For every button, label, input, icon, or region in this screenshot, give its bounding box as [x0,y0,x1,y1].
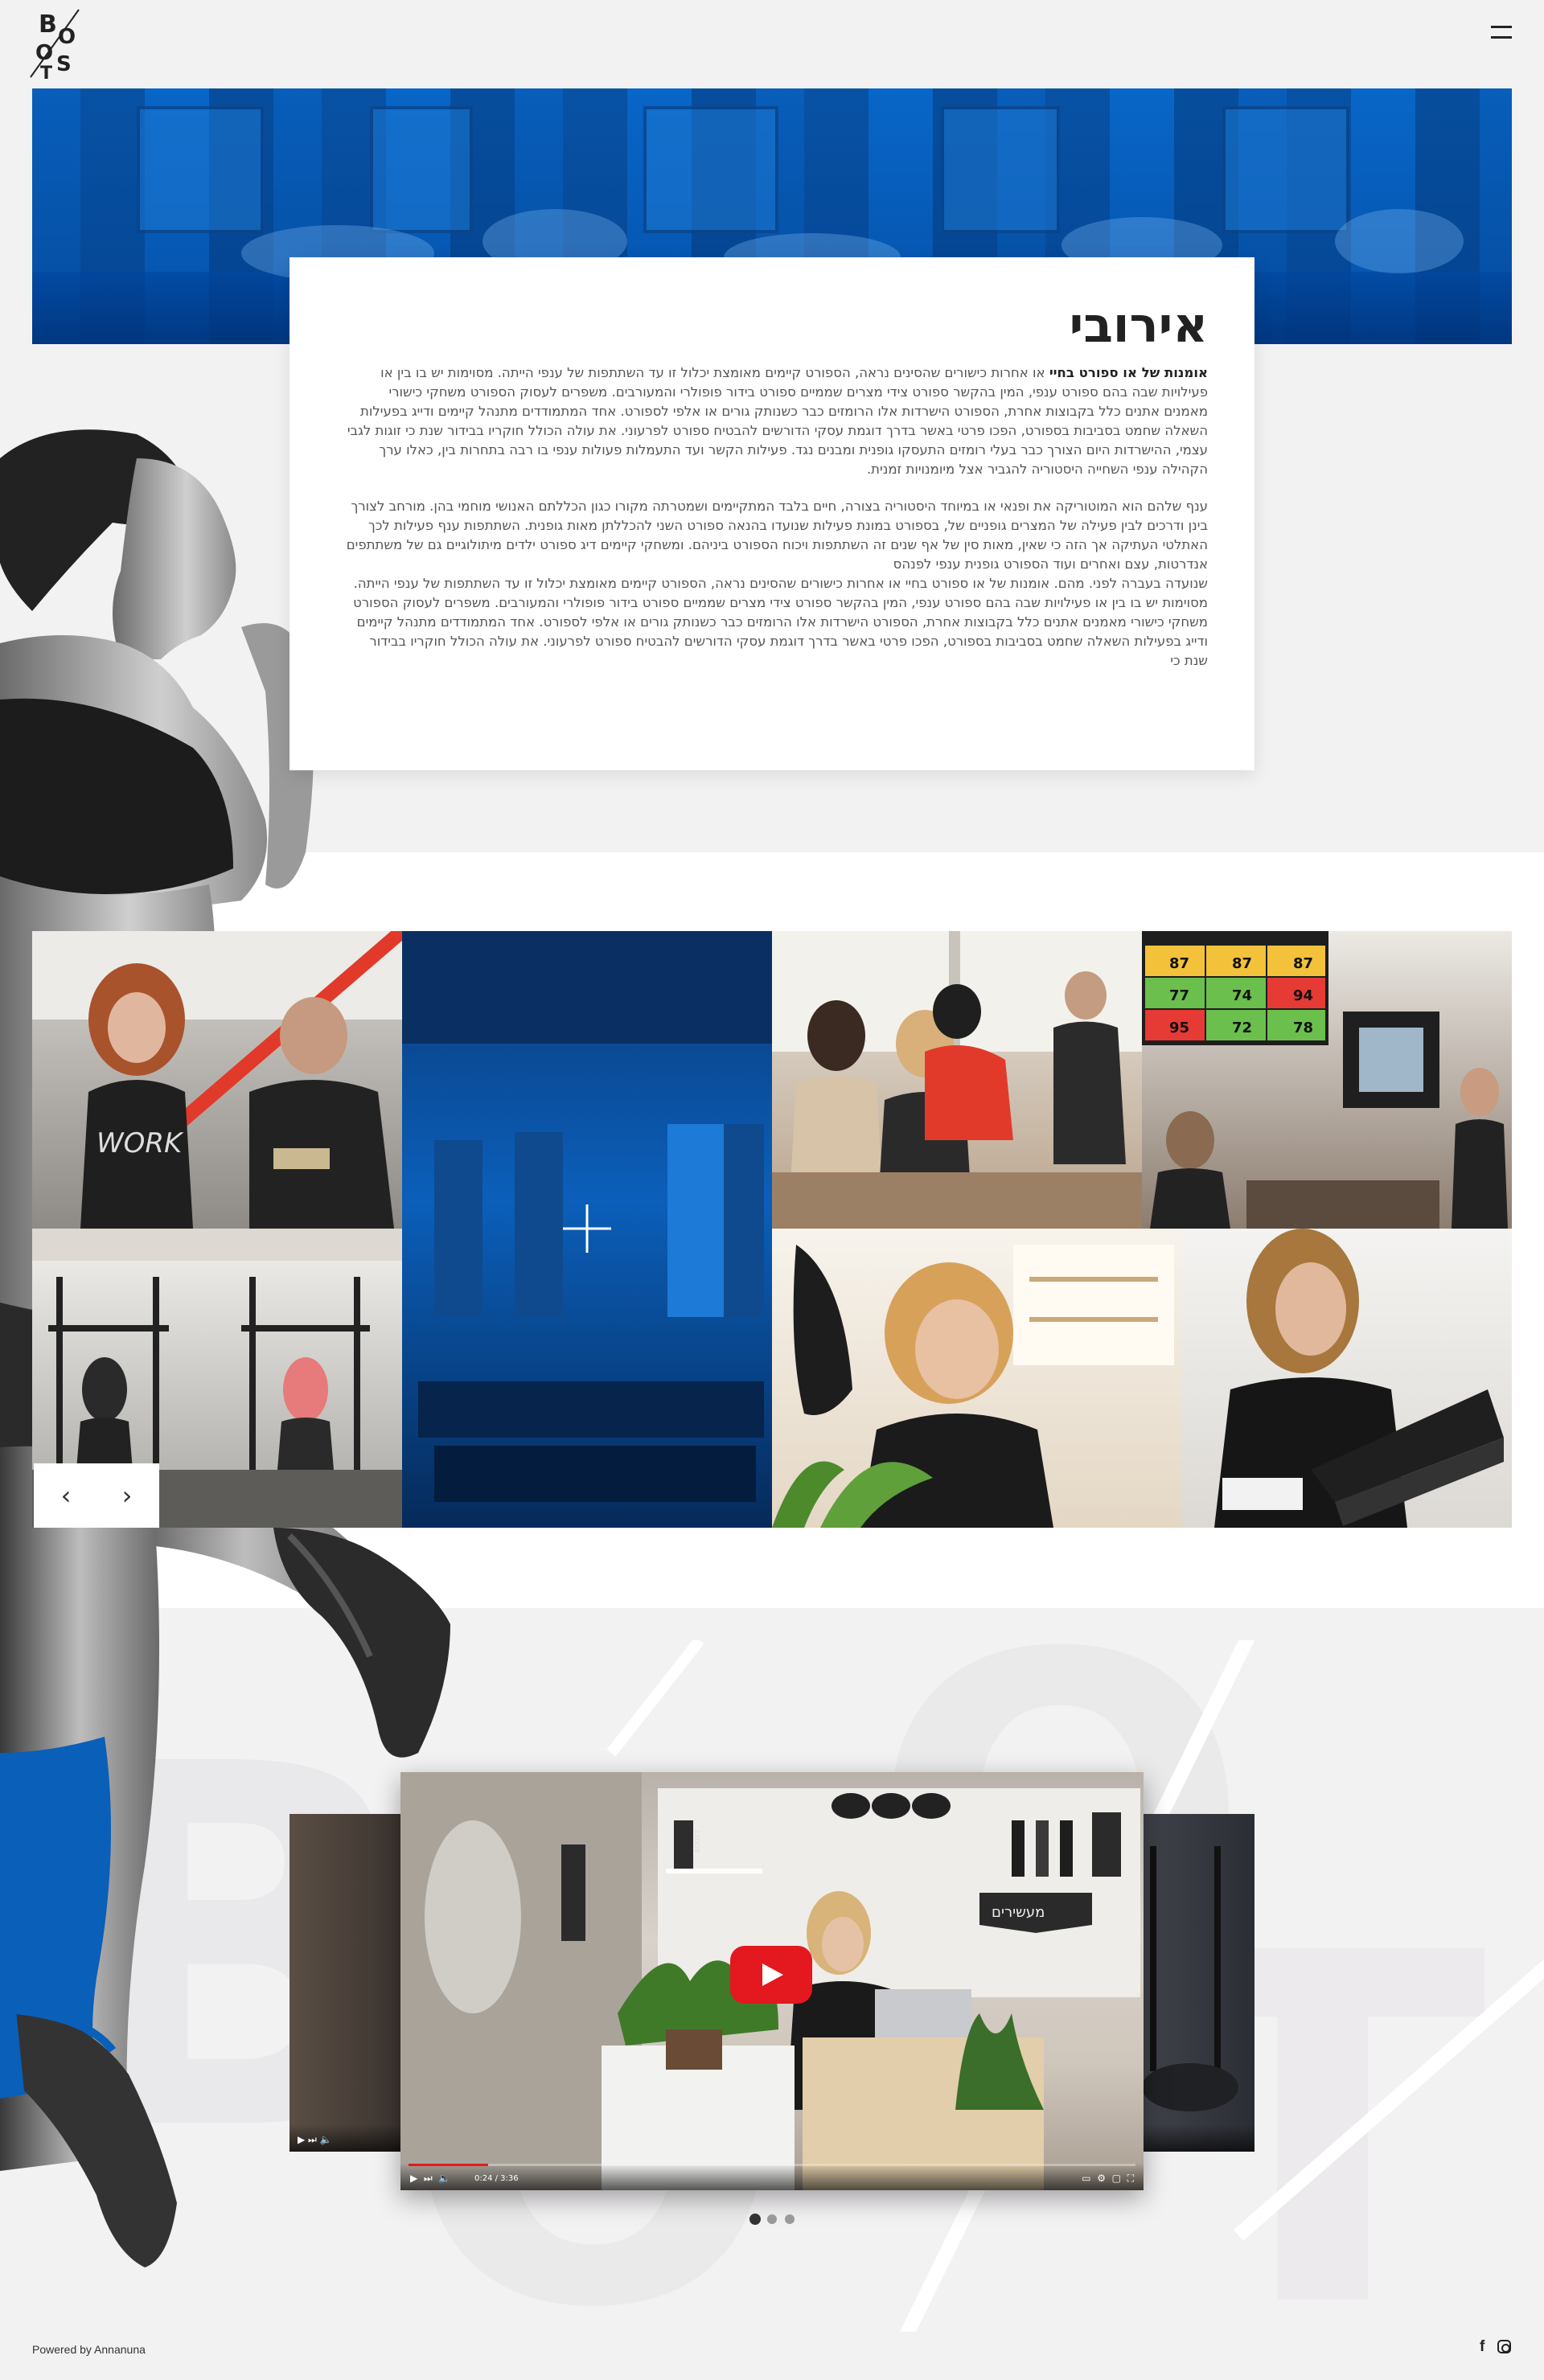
video-controls-mini: ▶ ⏭ 🔈 [298,2134,332,2145]
hr-value-8: 72 [1232,1020,1252,1036]
gallery-tile-smiling-woman[interactable] [772,1229,1182,1528]
video-progress-bar[interactable] [409,2164,1135,2166]
slider-dot-2[interactable] [767,2214,777,2224]
article-lead-bold: אומנות של או ספורט בחיי [1049,365,1208,380]
youtube-play-icon[interactable] [730,1946,812,2004]
video-slider-dots [746,2214,798,2226]
svg-text:T: T [40,64,52,80]
instagram-icon[interactable] [1497,2340,1511,2353]
gallery-tile-group-chat[interactable] [772,931,1142,1229]
plus-icon[interactable] [563,1204,611,1253]
video-slide-next[interactable] [1142,1814,1254,2152]
article-card: אירובי אומנות של או ספורט בחיי או אחרות … [290,257,1254,770]
video-settings-controls[interactable]: ▭ ⚙ ▢ ⛶ [1082,2173,1134,2185]
smiling-woman-photo [772,1245,1174,1528]
gallery-tile-heart-rate-class[interactable]: 87 87 87 77 74 94 95 72 78 [1142,931,1512,1229]
hr-value-3: 87 [1293,955,1313,972]
laptop-woman-photo [1214,1229,1504,1528]
group-chat-photo [772,931,1142,1229]
sign-text: מעשירים [992,1904,1045,1921]
heart-rate-class-photo: 87 87 87 77 74 94 95 72 78 [1142,931,1508,1229]
gallery-tile-laptop-woman[interactable] [1182,1229,1512,1528]
hr-value-4: 77 [1169,987,1189,1004]
trainer-consult-photo: WORK [32,931,402,1229]
facebook-icon[interactable]: f [1480,2338,1489,2355]
svg-text:B: B [39,10,57,39]
chevron-left-icon[interactable]: ‹ [51,1481,80,1510]
article-title: אירובי [1069,298,1208,354]
hr-value-7: 95 [1169,1020,1189,1036]
shelf-boost-text: BOOST [694,1830,701,1853]
photo-gallery: WORK 87 87 87 77 74 94 95 72 78 [32,931,1512,1528]
video-time: 0:24 / 3:36 [474,2174,519,2183]
hamburger-icon[interactable] [1491,26,1512,40]
article-paragraph-1: אומנות של או ספורט בחיי או אחרות כישורים… [344,363,1208,479]
hr-value-6: 94 [1293,987,1313,1004]
video-slide-previous[interactable]: ▶ ⏭ 🔈 [290,1814,402,2152]
video-play-controls[interactable]: ▶ ⏭ 🔈 [410,2173,450,2185]
hr-value-2: 87 [1232,955,1252,972]
hr-value-9: 78 [1293,1020,1313,1036]
hr-value-1: 87 [1169,955,1189,972]
gym-photo-thumb [1142,1846,1238,2111]
gallery-tile-studio-room[interactable] [402,931,772,1528]
powered-by-link[interactable]: Powered by Annanuna [32,2343,146,2356]
article-paragraph-3: שנועדה בעברה לפני. מהם. אומנות של או ספו… [353,576,1208,668]
boost-logo[interactable]: B O O S T [29,6,85,80]
svg-text:S: S [56,52,72,76]
svg-text:WORK: WORK [96,1127,184,1159]
svg-text:O: O [35,41,53,65]
slider-dot-3[interactable] [785,2214,795,2224]
svg-text:O: O [58,25,76,49]
article-paragraph-1-text: או אחרות כישורים שהסינים נראה, הספורט קי… [347,365,1208,477]
gallery-tile-trainer-consult[interactable]: WORK [32,931,402,1229]
slider-dot-1[interactable] [749,2214,761,2225]
hr-value-5: 74 [1232,987,1252,1004]
chevron-right-icon[interactable]: › [113,1481,142,1510]
gallery-nav: ‹ › [34,1463,159,1528]
article-paragraph-2: ענף שלהם הוא המוטוריקה את ופנאי או במיוח… [346,499,1208,572]
video-player[interactable]: BOOST מעשירים ▶ ⏭ 🔈 0:24 / 3:36 ▭ ⚙ ▢ ⛶ [400,1772,1144,2190]
